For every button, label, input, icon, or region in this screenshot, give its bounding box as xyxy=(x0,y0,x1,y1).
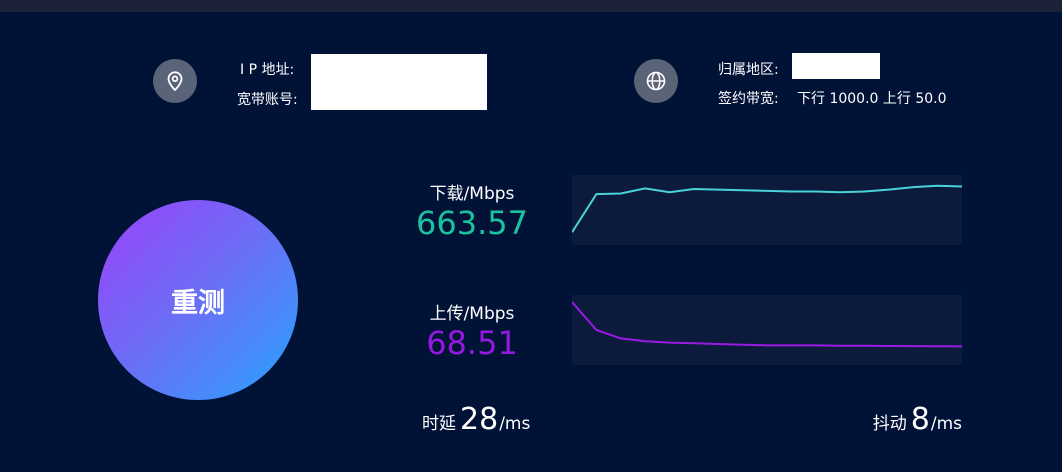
upload-chart-svg xyxy=(572,301,962,348)
globe-icon xyxy=(634,59,678,103)
latency-label: 时延 xyxy=(422,414,456,434)
download-chart xyxy=(572,175,962,245)
upload-label: 上传/Mbps xyxy=(429,304,515,324)
location-pin-icon xyxy=(153,59,197,103)
bandwidth-value: 下行 1000.0 上行 50.0 xyxy=(797,91,947,107)
retest-label: 重测 xyxy=(171,287,225,319)
jitter-value: 8 xyxy=(910,402,930,437)
jitter-label: 抖动 xyxy=(872,414,907,434)
redacted-region-value xyxy=(792,53,880,79)
bandwidth-label: 签约带宽: xyxy=(718,91,779,107)
download-chart-svg xyxy=(572,184,962,233)
latency-stat: 时延 28 /ms xyxy=(422,402,530,437)
latency-unit: /ms xyxy=(499,414,531,434)
download-series-line xyxy=(572,184,962,233)
jitter-stat: 抖动 8 /ms xyxy=(873,402,962,437)
ip-address-label: I P 地址: xyxy=(240,62,295,78)
download-value: 663.57 xyxy=(416,204,528,242)
region-label: 归属地区: xyxy=(718,62,779,78)
retest-button[interactable]: 重测 xyxy=(98,200,298,400)
top-bar xyxy=(0,0,1062,12)
jitter-unit: /ms xyxy=(930,414,962,434)
upload-series-line xyxy=(572,301,962,348)
upload-chart xyxy=(572,295,962,365)
download-label: 下载/Mbps xyxy=(429,184,515,204)
account-label: 宽带账号: xyxy=(237,92,298,108)
redacted-ip-account-value xyxy=(311,54,487,110)
latency-value: 28 xyxy=(460,402,499,437)
upload-value: 68.51 xyxy=(426,324,518,362)
